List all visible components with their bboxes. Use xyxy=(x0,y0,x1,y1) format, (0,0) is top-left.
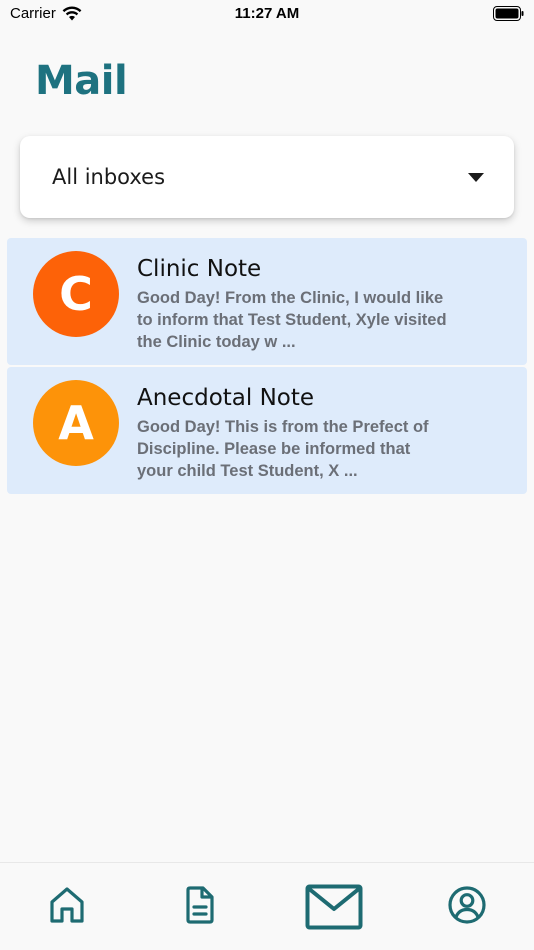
mail-screen: Carrier 11:27 AM Mail All inboxes C Clin… xyxy=(0,0,534,950)
mail-subject: Anecdotal Note xyxy=(137,385,315,411)
inbox-dropdown-value: All inboxes xyxy=(52,165,166,189)
status-bar: Carrier 11:27 AM xyxy=(0,0,534,28)
mail-preview: Good Day! This is from the Prefect of Di… xyxy=(137,418,429,480)
caret-down-icon xyxy=(468,172,484,182)
avatar-letter: C xyxy=(59,267,93,321)
profile-icon xyxy=(448,886,486,924)
nav-profile-button[interactable] xyxy=(446,883,488,927)
mail-preview: Good Day! From the Clinic, I would like … xyxy=(137,289,447,351)
avatar-letter: A xyxy=(58,396,94,450)
mail-list-item[interactable]: A Anecdotal Note Good Day! This is from … xyxy=(7,367,527,494)
nav-documents-button[interactable] xyxy=(182,883,218,927)
page-title: Mail xyxy=(35,58,128,104)
home-icon xyxy=(50,887,84,923)
mail-list: C Clinic Note Good Day! From the Clinic,… xyxy=(7,238,527,496)
mail-avatar: A xyxy=(33,380,119,466)
mail-list-item[interactable]: C Clinic Note Good Day! From the Clinic,… xyxy=(7,238,527,365)
battery-icon xyxy=(493,6,524,21)
status-time: 11:27 AM xyxy=(234,5,300,22)
nav-home-button[interactable] xyxy=(46,883,88,927)
mail-icon xyxy=(305,884,363,930)
inbox-dropdown[interactable]: All inboxes xyxy=(20,136,514,218)
document-icon xyxy=(186,886,214,924)
bottom-navigation xyxy=(0,862,534,950)
nav-mail-button[interactable] xyxy=(304,883,364,931)
mail-subject: Clinic Note xyxy=(137,256,262,282)
mail-avatar: C xyxy=(33,251,119,337)
